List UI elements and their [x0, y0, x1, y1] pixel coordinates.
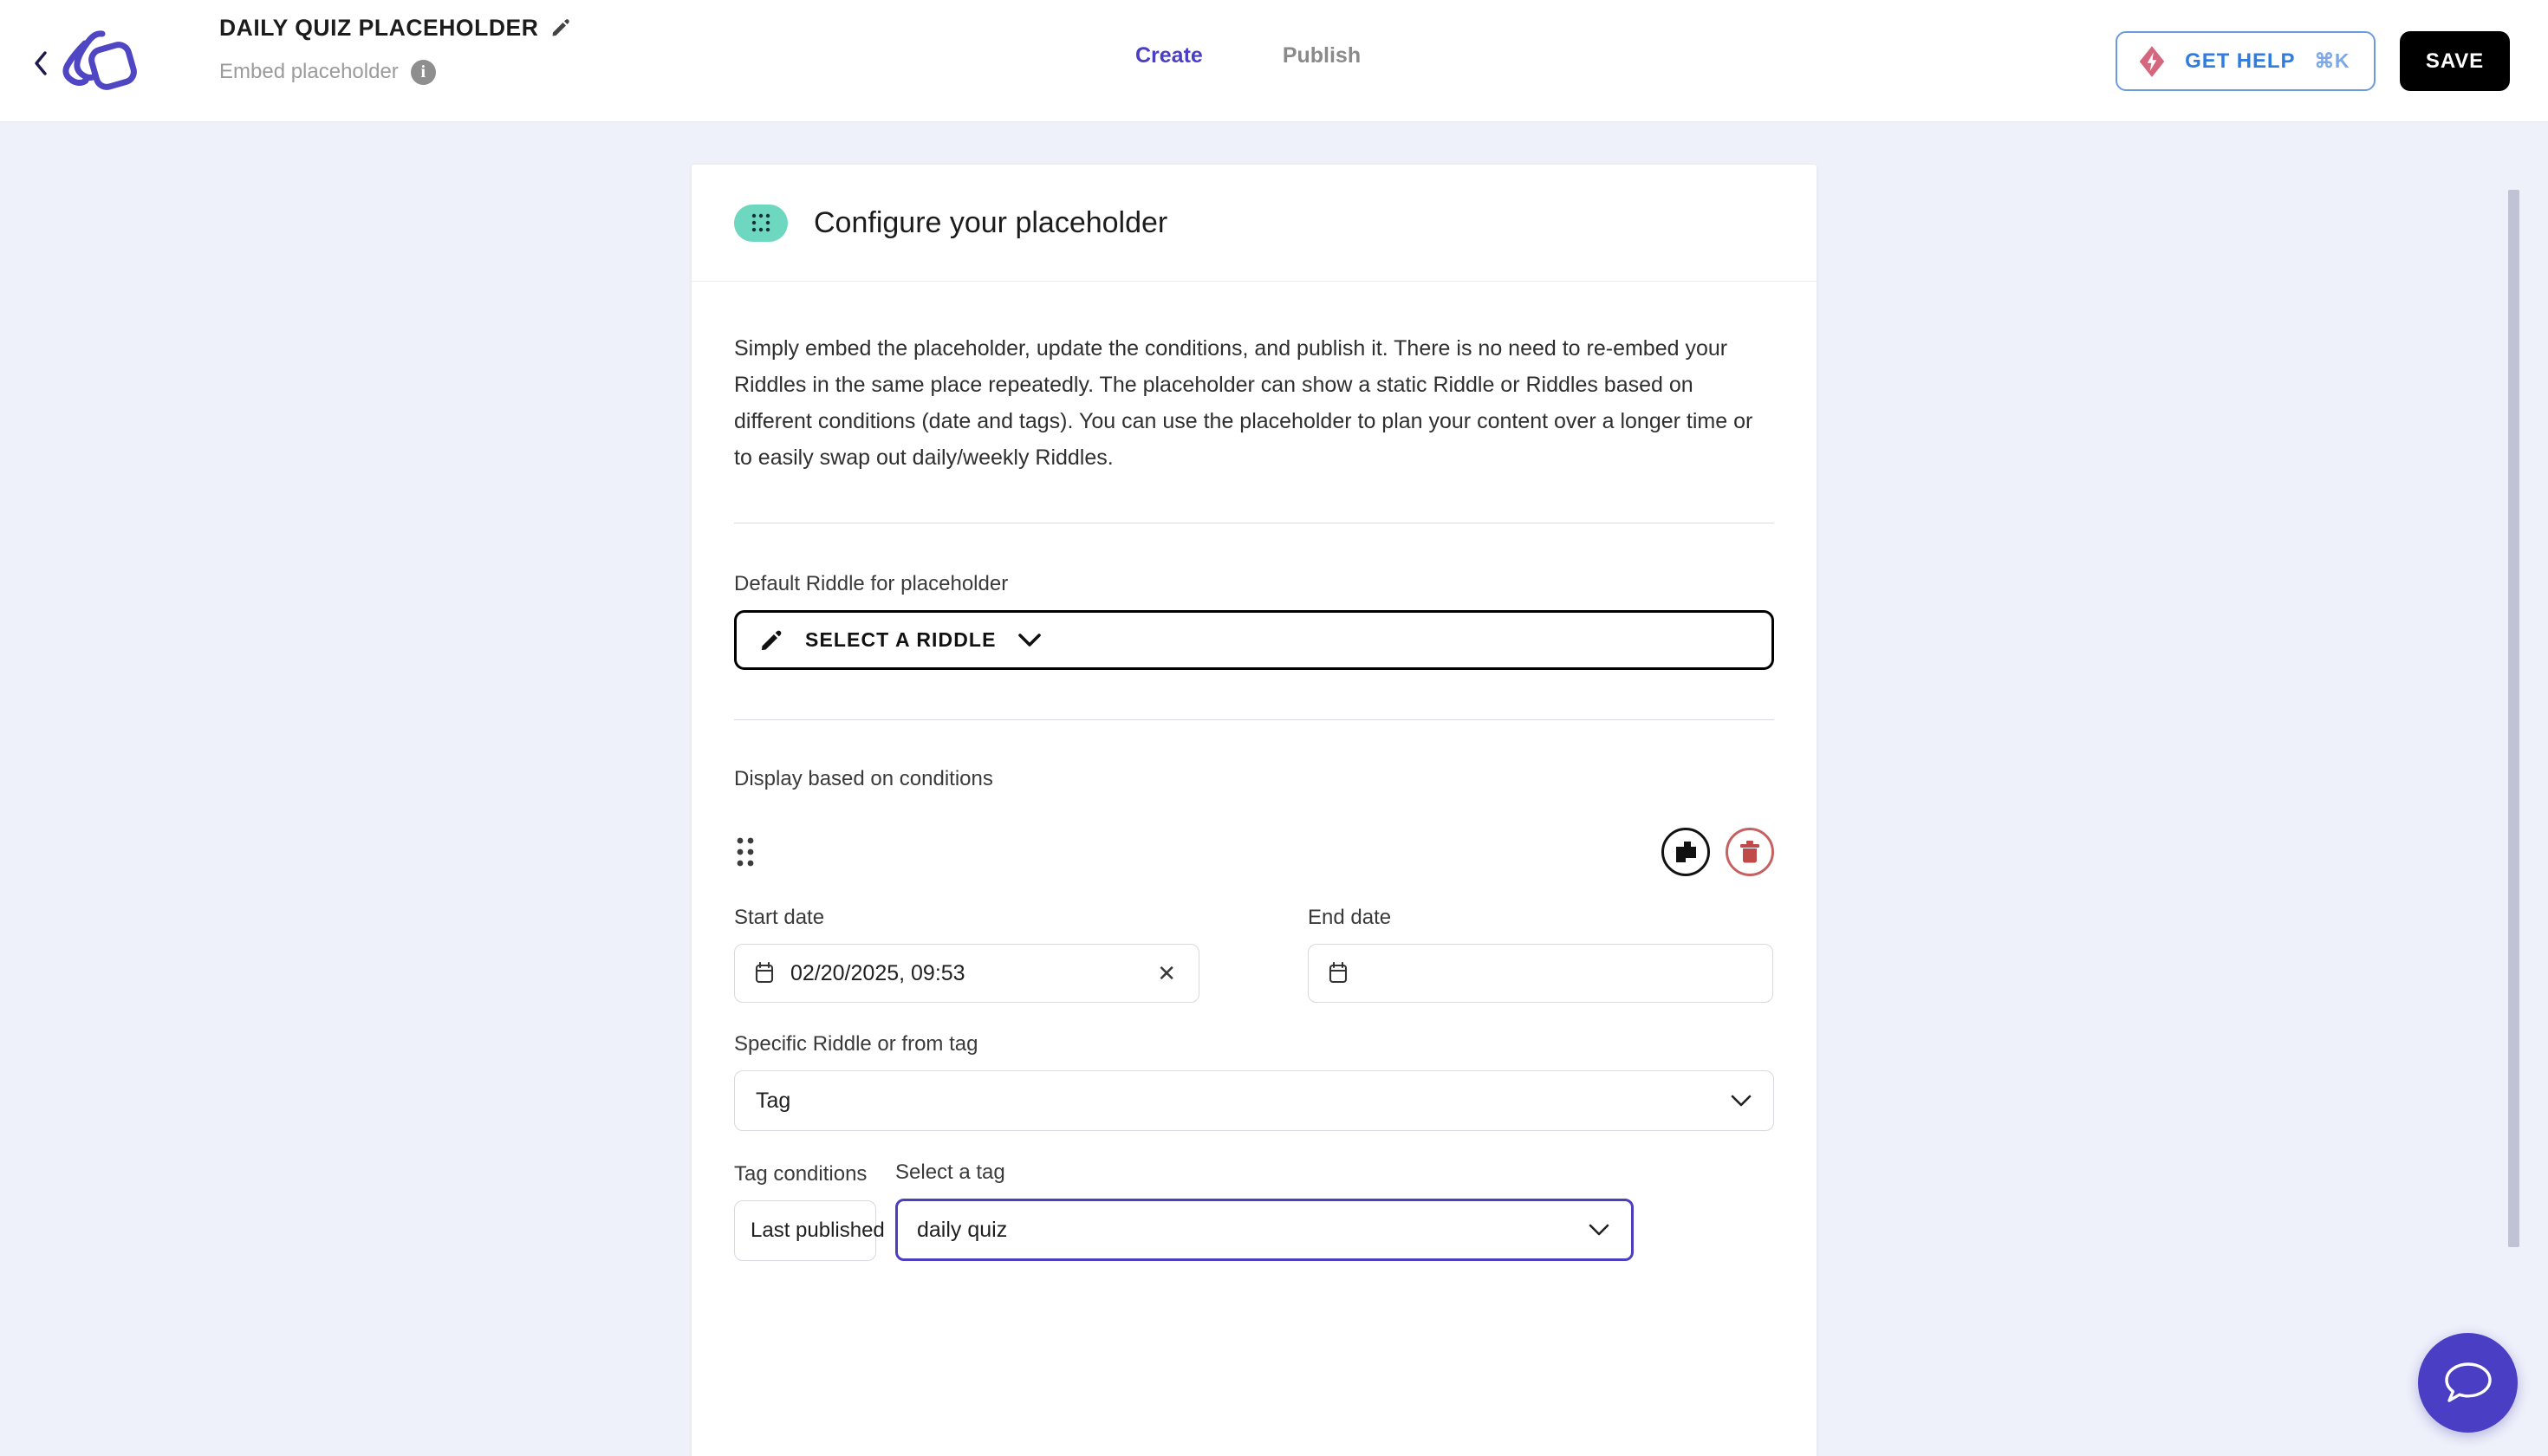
configure-placeholder-card: Configure your placeholder Simply embed … — [692, 165, 1817, 1456]
date-range-row: Start date 02/20/2025, 09:53 ✕ End date — [734, 906, 1774, 1003]
diamond-bolt-icon — [2139, 45, 2165, 77]
copy-icon — [1676, 842, 1696, 862]
get-help-label: GET HELP — [2185, 49, 2296, 73]
card-description: Simply embed the placeholder, update the… — [734, 336, 1753, 470]
end-date-field: End date — [1308, 906, 1773, 1003]
clear-start-date-button[interactable]: ✕ — [1152, 962, 1181, 985]
delete-condition-button[interactable] — [1726, 828, 1774, 876]
tag-conditions-field: Tag conditions Last published — [734, 1162, 885, 1261]
card-drag-handle[interactable] — [734, 204, 788, 242]
project-title-block: DAILY QUIZ PLACEHOLDER Embed placeholder… — [219, 10, 571, 85]
riddle-or-tag-label: Specific Riddle or from tag — [734, 1032, 978, 1056]
tag-conditions-select[interactable]: Last published — [734, 1200, 885, 1261]
end-date-label: End date — [1308, 906, 1392, 929]
riddle-or-tag-select[interactable]: Tag — [734, 1070, 1774, 1131]
default-riddle-section: Default Riddle for placeholder SELECT A … — [734, 572, 1774, 670]
start-date-field: Start date 02/20/2025, 09:53 ✕ — [734, 906, 1199, 1003]
back-button[interactable] — [26, 49, 55, 78]
chevron-left-icon — [35, 51, 47, 75]
select-tag-field: Select a tag daily quiz — [895, 1160, 1634, 1261]
tab-create[interactable]: Create — [1135, 43, 1203, 68]
main-nav-tabs: Create Publish — [1135, 43, 1361, 68]
tag-conditions-row: Tag conditions Last published Select a t… — [734, 1160, 1774, 1261]
select-tag-value: daily quiz — [917, 1217, 1008, 1242]
tag-conditions-label: Tag conditions — [734, 1162, 868, 1186]
card-title: Configure your placeholder — [814, 205, 1168, 239]
dots-grid-icon — [751, 213, 770, 232]
display-conditions-label: Display based on conditions — [734, 767, 993, 790]
calendar-icon — [755, 962, 774, 984]
page-title: DAILY QUIZ PLACEHOLDER — [219, 14, 539, 41]
chevron-down-icon — [1017, 633, 1041, 647]
duplicate-condition-button[interactable] — [1661, 828, 1710, 876]
riddle-or-tag-value: Tag — [756, 1088, 791, 1113]
chat-support-button[interactable] — [2418, 1333, 2518, 1433]
select-tag-select[interactable]: daily quiz — [895, 1199, 1634, 1261]
page-scrollbar-thumb[interactable] — [2508, 190, 2519, 1247]
default-riddle-label: Default Riddle for placeholder — [734, 572, 1009, 595]
start-date-input[interactable]: 02/20/2025, 09:53 ✕ — [734, 944, 1199, 1003]
tag-conditions-value: Last published — [751, 1219, 885, 1242]
get-help-button[interactable]: GET HELP ⌘K — [2116, 31, 2376, 91]
start-date-label: Start date — [734, 906, 825, 929]
select-tag-label: Select a tag — [895, 1160, 1005, 1184]
condition-row-drag-handle[interactable] — [734, 833, 762, 871]
top-bar: DAILY QUIZ PLACEHOLDER Embed placeholder… — [0, 0, 2548, 122]
pencil-icon[interactable] — [550, 17, 571, 38]
calendar-icon — [1329, 962, 1348, 984]
main-canvas: Configure your placeholder Simply embed … — [0, 122, 2548, 1456]
drag-dots-icon — [737, 837, 754, 867]
chat-bubble-icon — [2444, 1362, 2492, 1402]
condition-row-toolbar — [734, 826, 1774, 878]
project-subtitle-row: Embed placeholder i — [219, 59, 571, 85]
card-body: Simply embed the placeholder, update the… — [692, 330, 1817, 1261]
start-date-value: 02/20/2025, 09:53 — [790, 960, 965, 985]
tab-publish[interactable]: Publish — [1283, 43, 1361, 68]
chevron-down-icon — [1589, 1224, 1609, 1235]
riddle-or-tag-field: Specific Riddle or from tag Tag — [734, 1032, 1774, 1131]
get-help-shortcut: ⌘K — [2314, 49, 2350, 72]
card-header: Configure your placeholder — [692, 165, 1817, 282]
project-title-row: DAILY QUIZ PLACEHOLDER — [219, 10, 571, 45]
chevron-down-icon — [1731, 1095, 1752, 1106]
select-a-riddle-button[interactable]: SELECT A RIDDLE — [734, 610, 1774, 670]
select-a-riddle-label: SELECT A RIDDLE — [805, 628, 997, 651]
divider-middle — [734, 719, 1774, 720]
save-button[interactable]: SAVE — [2400, 31, 2510, 91]
riddle-logo-icon[interactable] — [59, 26, 137, 97]
condition-row-actions — [1661, 828, 1774, 876]
trash-icon — [1740, 841, 1759, 863]
project-subtitle: Embed placeholder — [219, 60, 399, 83]
end-date-input[interactable] — [1308, 944, 1773, 1003]
pencil-icon — [761, 630, 782, 650]
info-icon[interactable]: i — [410, 59, 436, 85]
